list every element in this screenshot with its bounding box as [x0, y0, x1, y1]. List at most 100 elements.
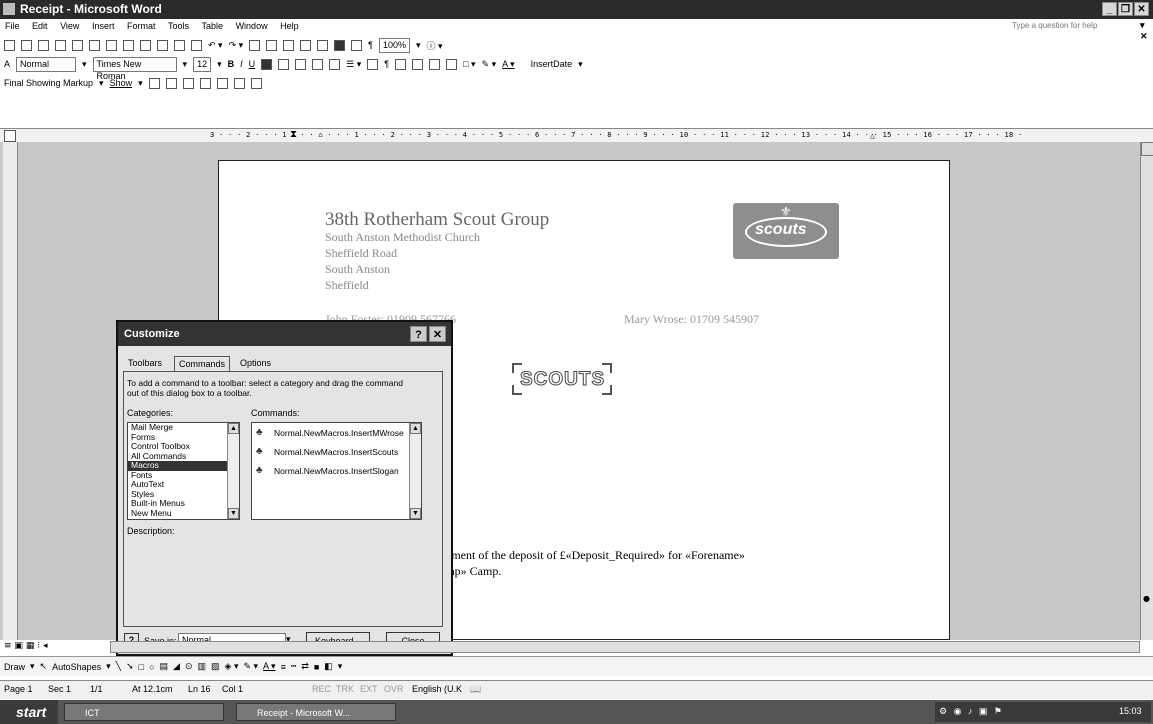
show-hide-icon[interactable]: ¶ [368, 40, 373, 50]
justify-icon[interactable] [312, 58, 324, 70]
scroll-up-icon[interactable]: ▲ [228, 423, 239, 434]
draw-dropdown-icon[interactable]: ▾ [30, 661, 35, 672]
picture-icon[interactable]: ▨ [211, 661, 220, 672]
help-icon[interactable]: ⓘ ▾ [427, 39, 443, 52]
commands-scrollbar[interactable]: ▲ ▼ [409, 423, 421, 519]
3d-icon[interactable]: ◧ [324, 661, 333, 672]
track-changes-icon[interactable] [233, 77, 245, 89]
rectangle-icon[interactable]: □ [139, 662, 144, 672]
hyperlink-icon[interactable] [249, 39, 261, 51]
email-icon[interactable] [72, 39, 83, 51]
cut-icon[interactable] [140, 39, 151, 51]
undo-icon[interactable]: ↶ ▾ [208, 40, 223, 51]
show-menu-button[interactable]: Show [110, 78, 133, 88]
draw-menu-button[interactable]: Draw [4, 662, 25, 672]
status-rec[interactable]: REC [312, 684, 331, 694]
scroll-down-icon[interactable]: ▼ [410, 508, 421, 519]
font-combo[interactable]: Times New Roman [92, 56, 177, 81]
toolbar-options-icon[interactable]: ▾ [338, 661, 343, 672]
status-ext[interactable]: EXT [360, 684, 378, 694]
columns-icon[interactable] [317, 39, 329, 51]
print-preview-icon[interactable] [106, 39, 117, 51]
dialog-title-bar[interactable]: Customize ? ✕ [118, 322, 451, 346]
reject-change-icon[interactable] [199, 77, 211, 89]
spelling-icon[interactable] [123, 39, 134, 51]
font-color-draw-icon[interactable]: A ▾ [263, 661, 276, 672]
decrease-indent-icon[interactable] [429, 58, 441, 70]
tab-selector-icon[interactable] [4, 130, 16, 142]
styles-icon[interactable]: A [4, 59, 10, 69]
bullets-icon[interactable] [412, 58, 424, 70]
accept-change-icon[interactable] [182, 77, 194, 89]
menu-window[interactable]: Window [231, 19, 273, 33]
clock[interactable]: 15:03 [1119, 706, 1142, 716]
distributed-icon[interactable] [329, 58, 341, 70]
rtl-icon[interactable]: ¶ [384, 59, 389, 69]
scroll-left-icon[interactable]: ◂ [43, 641, 48, 651]
close-window-button[interactable]: ✕ [1134, 2, 1149, 16]
font-size-combo[interactable]: 12 [193, 56, 212, 72]
paste-icon[interactable] [174, 39, 185, 51]
tab-toolbars[interactable]: Toolbars [124, 356, 166, 371]
markup-view-combo[interactable]: Final Showing Markup [4, 78, 93, 88]
menu-help[interactable]: Help [275, 19, 304, 33]
fill-color-icon[interactable]: ◈ ▾ [225, 661, 239, 672]
tab-commands[interactable]: Commands [174, 356, 231, 372]
minimize-button[interactable]: _ [1102, 2, 1117, 16]
document-map-icon[interactable] [351, 39, 363, 51]
scroll-up-icon[interactable] [1141, 142, 1153, 156]
permission-icon[interactable] [55, 39, 66, 51]
categories-list[interactable]: Mail Merge Forms Control Toolbox All Com… [127, 422, 240, 520]
restore-button[interactable]: ❐ [1118, 2, 1133, 16]
textbox-icon[interactable]: ▤ [160, 661, 169, 672]
scouts-logo[interactable]: ⚜ scouts [733, 203, 839, 259]
browse-object-icon[interactable]: ● [1143, 594, 1150, 603]
next-change-icon[interactable] [165, 77, 177, 89]
menu-view[interactable]: View [55, 19, 84, 33]
menu-insert[interactable]: Insert [87, 19, 120, 33]
dialog-help-icon[interactable]: ? [410, 326, 427, 342]
zoom-combo[interactable]: 100% [378, 37, 410, 53]
increase-indent-icon[interactable] [446, 58, 458, 70]
list-item[interactable]: New Menu [128, 508, 239, 519]
horizontal-scrollbar[interactable] [110, 641, 1140, 653]
web-view-icon[interactable]: ▣ [14, 641, 23, 651]
copy-icon[interactable] [157, 39, 168, 51]
categories-scrollbar[interactable]: ▲ ▼ [227, 423, 239, 519]
status-language[interactable]: English (U.K [412, 684, 462, 694]
menu-edit[interactable]: Edit [27, 19, 53, 33]
dash-style-icon[interactable]: ┅ [291, 661, 296, 672]
status-ovr[interactable]: OVR [384, 684, 404, 694]
diagram-icon[interactable]: ⊙ [185, 661, 193, 672]
help-question-field[interactable]: Type a question for help [1012, 21, 1097, 30]
outline-view-icon[interactable]: ⁝ [37, 641, 40, 651]
print-icon[interactable] [89, 39, 100, 51]
clipart-icon[interactable]: ▥ [198, 661, 207, 672]
normal-view-icon[interactable]: ≡ [4, 641, 12, 651]
borders-icon[interactable]: □ ▾ [463, 59, 475, 70]
tables-borders-icon[interactable] [266, 39, 278, 51]
new-document-icon[interactable] [4, 39, 15, 51]
command-item[interactable]: ♣ Normal.NewMacros.InsertMWrose [252, 423, 421, 442]
macro-insert-date-button[interactable]: InsertDate [531, 59, 573, 69]
arrow-style-icon[interactable]: ⇄ [301, 661, 309, 672]
font-size-dropdown-icon[interactable]: ▾ [217, 59, 222, 70]
underline-icon[interactable]: U [249, 59, 256, 69]
style-dropdown-icon[interactable]: ▾ [82, 59, 87, 70]
font-color-icon[interactable]: A ▾ [502, 59, 515, 70]
zoom-dropdown-icon[interactable]: ▾ [416, 40, 421, 51]
arrow-icon[interactable]: ➘ [126, 661, 134, 672]
print-view-icon[interactable]: ▦ [26, 641, 35, 651]
insert-excel-icon[interactable] [300, 39, 312, 51]
wordart-icon[interactable]: ◢ [173, 661, 180, 672]
format-painter-icon[interactable] [191, 39, 202, 51]
align-left-icon[interactable] [261, 58, 273, 70]
previous-change-icon[interactable] [148, 77, 160, 89]
menu-tools[interactable]: Tools [163, 19, 194, 33]
align-center-icon[interactable] [278, 58, 290, 70]
redo-icon[interactable]: ↷ ▾ [229, 40, 244, 51]
bold-icon[interactable]: B [228, 59, 235, 69]
taskbar-item-word[interactable]: Receipt - Microsoft W... [236, 703, 396, 721]
save-icon[interactable] [38, 39, 49, 51]
select-objects-icon[interactable]: ↖ [40, 661, 48, 672]
